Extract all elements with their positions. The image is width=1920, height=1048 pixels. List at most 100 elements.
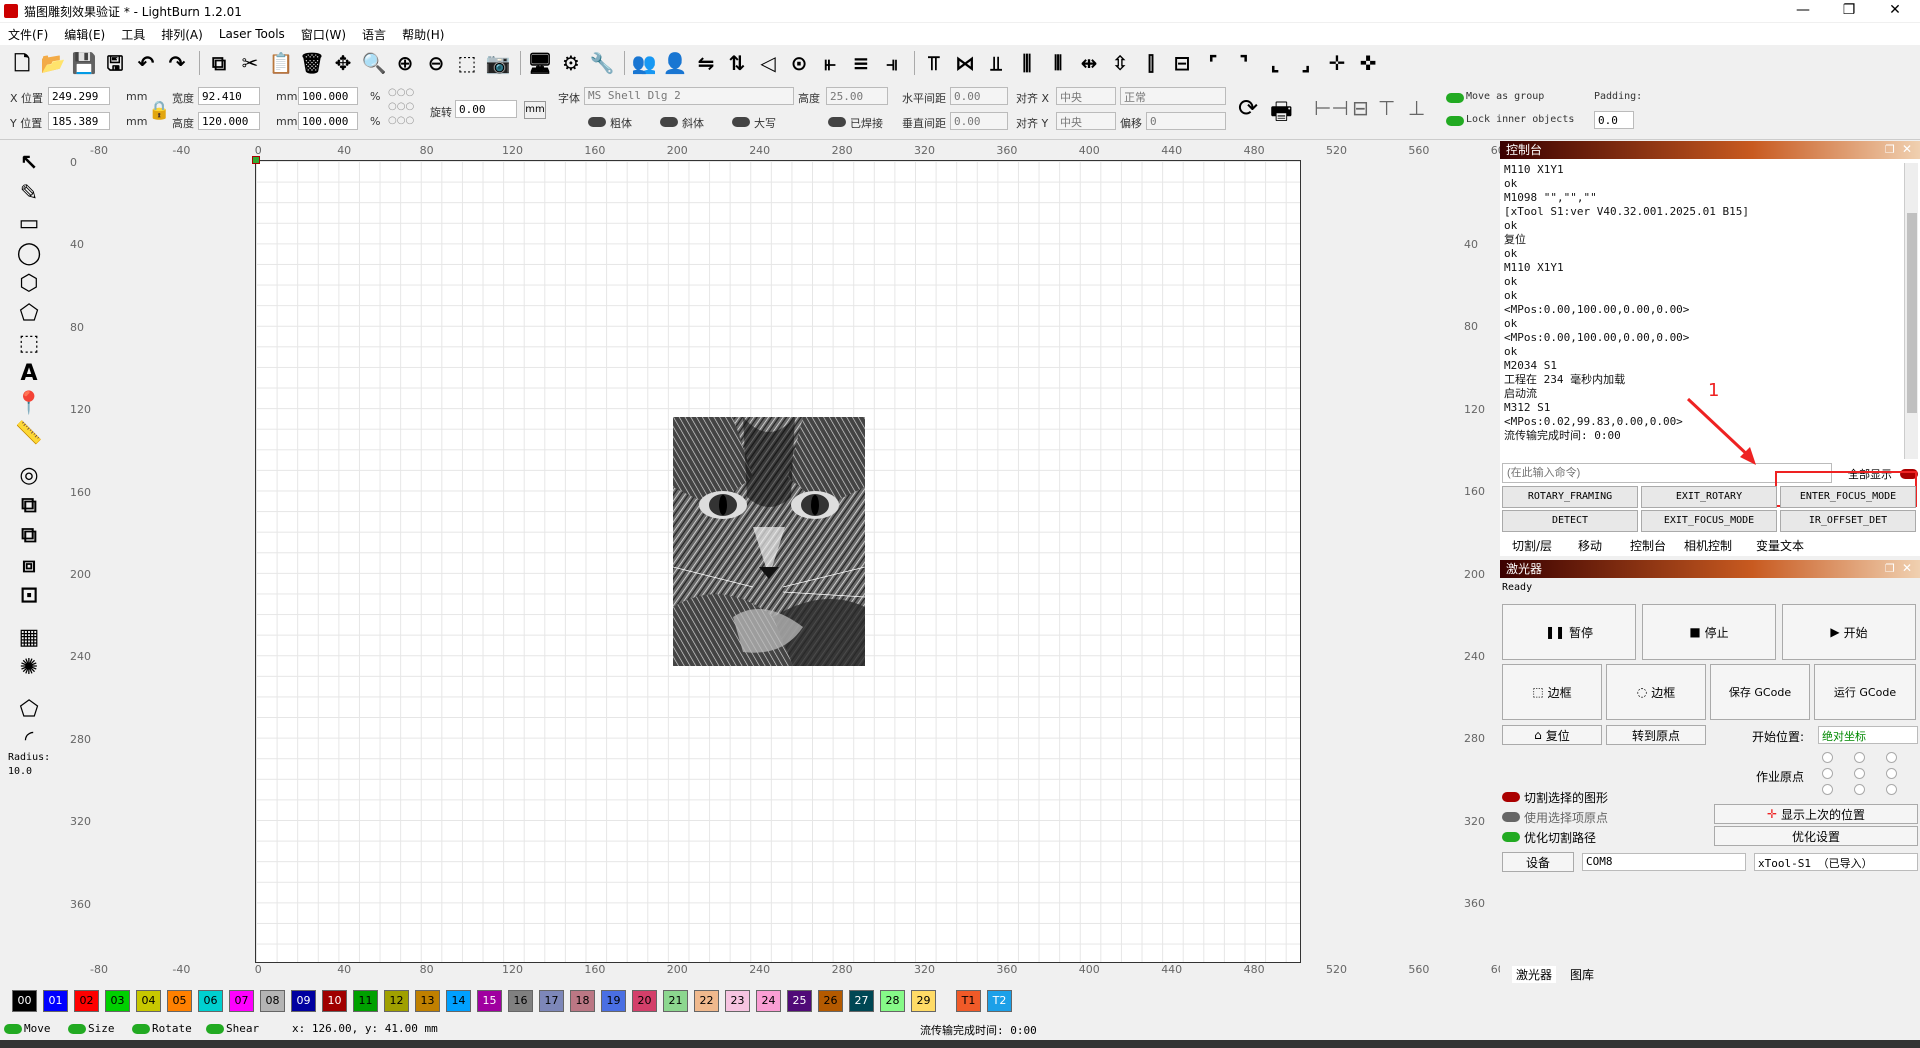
panel-close-icon[interactable]: ✕ bbox=[1902, 142, 1912, 156]
align-middle-icon[interactable]: ⋈ bbox=[951, 49, 979, 77]
palette-swatch-16[interactable]: 16 bbox=[508, 990, 533, 1012]
corner-bl-icon[interactable]: ⌞ bbox=[1261, 49, 1289, 77]
palette-swatch-04[interactable]: 04 bbox=[136, 990, 161, 1012]
align-y-select[interactable]: 中央 bbox=[1056, 112, 1116, 130]
align-center-icon[interactable]: ≡ bbox=[847, 49, 875, 77]
palette-swatch-01[interactable]: 01 bbox=[43, 990, 68, 1012]
frame-button[interactable]: ⬚ 边框 bbox=[1502, 664, 1602, 720]
hspace-input[interactable] bbox=[950, 87, 1008, 105]
macro-exit-focus-mode-button[interactable]: EXIT_FOCUS_MODE bbox=[1641, 510, 1777, 532]
move-as-group-toggle[interactable] bbox=[1446, 93, 1464, 103]
palette-swatch-19[interactable]: 19 bbox=[601, 990, 626, 1012]
macro-rotary-framing-button[interactable]: ROTARY_FRAMING bbox=[1502, 486, 1638, 508]
macro-ir-offset-det-button[interactable]: IR_OFFSET_DET bbox=[1780, 510, 1916, 532]
tab-move[interactable]: 移动 bbox=[1578, 537, 1602, 554]
menu-laser-tools[interactable]: Laser Tools bbox=[219, 27, 285, 41]
go-to-origin-button[interactable]: 转到原点 bbox=[1606, 725, 1706, 745]
rectangle-icon[interactable]: ▭ bbox=[9, 210, 49, 238]
distribute-icon[interactable]: ⊢⊣ bbox=[1314, 96, 1349, 120]
menu-language[interactable]: 语言 bbox=[362, 26, 386, 43]
rotate-input[interactable] bbox=[455, 100, 517, 118]
pencil-icon[interactable]: ✎ bbox=[9, 180, 49, 208]
zoom-pan-icon[interactable]: 🔍 bbox=[360, 49, 388, 77]
mirror-h-icon[interactable]: ⇋ bbox=[692, 49, 720, 77]
text-height-input[interactable] bbox=[826, 87, 888, 105]
pause-button[interactable]: ❚❚ 暂停 bbox=[1502, 604, 1636, 660]
menu-tools[interactable]: 工具 bbox=[121, 26, 145, 43]
start-button[interactable]: ▶ 开始 bbox=[1782, 604, 1916, 660]
macro-detect-button[interactable]: DETECT bbox=[1502, 510, 1638, 532]
unit-toggle-button[interactable]: mm bbox=[524, 101, 546, 119]
palette-swatch-08[interactable]: 08 bbox=[260, 990, 285, 1012]
distribute-h-icon[interactable]: ⫼ bbox=[1013, 49, 1041, 77]
origin-radio-ml[interactable] bbox=[1822, 768, 1833, 779]
maximize-button[interactable]: ❐ bbox=[1826, 0, 1872, 22]
panel-float-icon[interactable]: ❐ bbox=[1885, 143, 1895, 156]
stop-button[interactable]: ■ 停止 bbox=[1642, 604, 1776, 660]
menu-arrange[interactable]: 排列(A) bbox=[161, 26, 203, 43]
palette-swatch-07[interactable]: 07 bbox=[229, 990, 254, 1012]
palette-swatch-09[interactable]: 09 bbox=[291, 990, 316, 1012]
printer-icon[interactable]: 🖶 bbox=[1270, 94, 1293, 135]
palette-swatch-T1[interactable]: T1 bbox=[956, 990, 981, 1012]
palette-swatch-24[interactable]: 24 bbox=[756, 990, 781, 1012]
space-v-icon[interactable]: ⇳ bbox=[1106, 49, 1134, 77]
save-as-icon[interactable]: 🖫 bbox=[101, 49, 129, 77]
monitor-icon[interactable]: 🖥 bbox=[526, 49, 554, 77]
palette-swatch-21[interactable]: 21 bbox=[663, 990, 688, 1012]
menu-edit[interactable]: 编辑(E) bbox=[64, 26, 105, 43]
menu-file[interactable]: 文件(F) bbox=[8, 26, 48, 43]
position-pin-icon[interactable]: 📍 bbox=[9, 390, 49, 418]
origin-radio-tr[interactable] bbox=[1886, 752, 1897, 763]
boolean-subtract-icon[interactable]: ⧈ bbox=[9, 552, 49, 580]
show-last-position-button[interactable]: ✛ 显示上次的位置 bbox=[1714, 804, 1918, 824]
copy-icon[interactable]: ⧉ bbox=[205, 49, 233, 77]
rotate-toggle[interactable] bbox=[132, 1024, 150, 1034]
minimize-button[interactable]: — bbox=[1780, 0, 1826, 22]
corner-radius-icon[interactable]: ◜ bbox=[9, 726, 49, 754]
palette-swatch-29[interactable]: 29 bbox=[911, 990, 936, 1012]
palette-swatch-13[interactable]: 13 bbox=[415, 990, 440, 1012]
radius-value[interactable]: 10.0 bbox=[8, 766, 32, 777]
palette-swatch-T2[interactable]: T2 bbox=[987, 990, 1012, 1012]
origin-radio-tl[interactable] bbox=[1822, 752, 1833, 763]
align-top-icon[interactable]: ⫪ bbox=[920, 49, 948, 77]
font-select[interactable]: MS Shell Dlg 2 bbox=[584, 87, 794, 105]
origin-grid-icon[interactable]: ○○○ ○○○ ○○○ bbox=[388, 86, 414, 128]
palette-swatch-00[interactable]: 00 bbox=[12, 990, 37, 1012]
palette-swatch-22[interactable]: 22 bbox=[694, 990, 719, 1012]
polygon-icon[interactable]: ⬡ bbox=[9, 270, 49, 298]
new-file-icon[interactable]: 🗋 bbox=[8, 49, 36, 77]
palette-swatch-20[interactable]: 20 bbox=[632, 990, 657, 1012]
palette-swatch-26[interactable]: 26 bbox=[818, 990, 843, 1012]
align-right-icon[interactable]: ⫣ bbox=[878, 49, 906, 77]
cat-photo-image[interactable] bbox=[673, 417, 865, 666]
italic-toggle[interactable] bbox=[660, 117, 678, 127]
origin-radio-mc[interactable] bbox=[1854, 768, 1865, 779]
bold-toggle[interactable] bbox=[588, 117, 606, 127]
grid-array-icon[interactable]: ▦ bbox=[9, 624, 49, 652]
select-arrow-icon[interactable]: ↖ bbox=[9, 150, 49, 178]
tab-shape-icon[interactable]: ⬠ bbox=[9, 696, 49, 724]
rotate-shape-icon[interactable]: ◁ bbox=[754, 49, 782, 77]
height-percent-input[interactable] bbox=[298, 112, 358, 130]
palette-swatch-11[interactable]: 11 bbox=[353, 990, 378, 1012]
origin-radio-bc[interactable] bbox=[1854, 784, 1865, 795]
center-cross-icon[interactable]: ✛ bbox=[1323, 49, 1351, 77]
palette-swatch-23[interactable]: 23 bbox=[725, 990, 750, 1012]
measure-ruler-icon[interactable]: 📏 bbox=[9, 420, 49, 448]
save-icon[interactable]: 💾 bbox=[70, 49, 98, 77]
padding-input[interactable] bbox=[1594, 111, 1634, 129]
welded-toggle[interactable] bbox=[828, 117, 846, 127]
circular-array-icon[interactable]: ✺ bbox=[9, 654, 49, 682]
origin-radio-mr[interactable] bbox=[1886, 768, 1897, 779]
zoom-out-icon[interactable]: ⊖ bbox=[422, 49, 450, 77]
tab-camera-control[interactable]: 相机控制 bbox=[1684, 537, 1732, 554]
home-button[interactable]: ⌂ 复位 bbox=[1502, 725, 1602, 745]
cut-icon[interactable]: ✂ bbox=[236, 49, 264, 77]
rotary-sync-icon[interactable]: ⟳ bbox=[1238, 94, 1258, 122]
lock-icon[interactable]: 🔒 bbox=[148, 100, 170, 121]
redo-icon[interactable]: ↷ bbox=[163, 49, 191, 77]
zoom-frame-icon[interactable]: ⬚ bbox=[453, 49, 481, 77]
distribute2-icon[interactable]: ⊟ bbox=[1352, 96, 1369, 120]
